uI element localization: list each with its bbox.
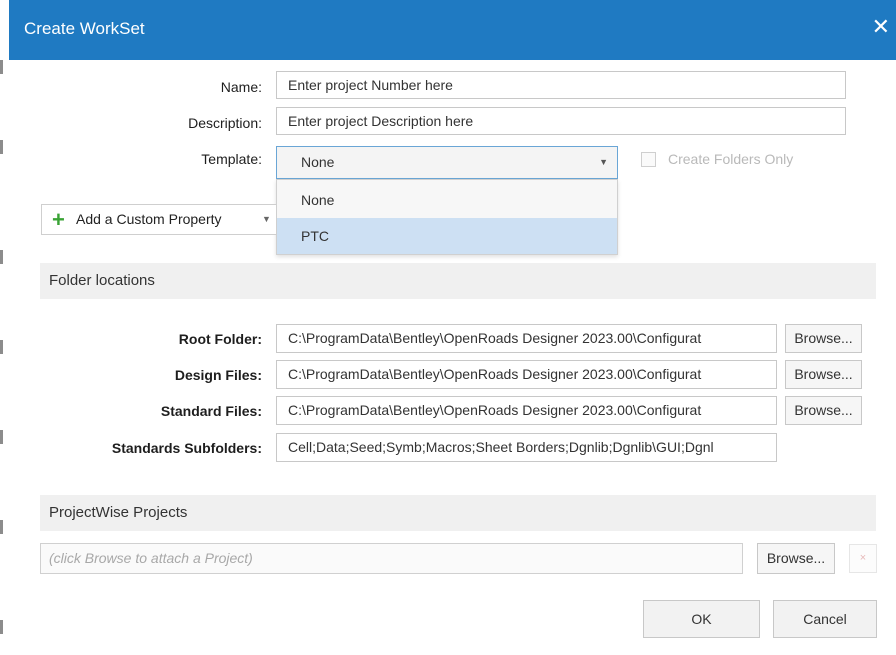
- template-option-none[interactable]: None: [277, 182, 617, 218]
- description-label: Description:: [188, 115, 262, 131]
- edge-mark: [0, 140, 3, 154]
- close-icon[interactable]: ✕: [872, 14, 890, 40]
- standards-subfolders-label: Standards Subfolders:: [111, 440, 262, 456]
- dialog-title: Create WorkSet: [24, 19, 145, 38]
- template-option-ptc[interactable]: PTC: [277, 218, 617, 254]
- background-window-edge: [0, 0, 9, 655]
- template-selected-value: None: [301, 154, 335, 170]
- root-folder-browse-button[interactable]: Browse...: [785, 324, 862, 353]
- add-custom-property-button[interactable]: + Add a Custom Property ▼: [41, 204, 277, 235]
- name-input[interactable]: Enter project Number here: [276, 71, 846, 99]
- name-label: Name:: [220, 79, 262, 95]
- edge-mark: [0, 430, 3, 444]
- template-dropdown-list: None PTC: [276, 179, 618, 255]
- add-custom-property-label: Add a Custom Property: [76, 211, 222, 227]
- standard-files-input[interactable]: C:\ProgramData\Bentley\OpenRoads Designe…: [276, 396, 777, 425]
- plus-icon: +: [52, 207, 65, 232]
- folder-locations-header: Folder locations: [40, 263, 876, 299]
- template-select[interactable]: None ▼: [276, 146, 618, 179]
- edge-mark: [0, 340, 3, 354]
- standards-subfolders-input[interactable]: Cell;Data;Seed;Symb;Macros;Sheet Borders…: [276, 433, 777, 462]
- root-folder-input[interactable]: C:\ProgramData\Bentley\OpenRoads Designe…: [276, 324, 777, 353]
- design-files-browse-button[interactable]: Browse...: [785, 360, 862, 389]
- edge-mark: [0, 250, 3, 264]
- remove-project-icon[interactable]: ×: [849, 544, 877, 573]
- dropdown-arrow-icon[interactable]: ▼: [599, 147, 608, 178]
- chevron-down-icon[interactable]: ▼: [262, 205, 271, 234]
- projectwise-project-field[interactable]: (click Browse to attach a Project): [40, 543, 743, 574]
- create-folders-only-checkbox[interactable]: [641, 152, 656, 167]
- dialog-titlebar: Create WorkSet ✕: [9, 0, 896, 60]
- create-folders-only-label: Create Folders Only: [668, 151, 794, 167]
- description-input[interactable]: Enter project Description here: [276, 107, 846, 135]
- standard-files-label: Standard Files:: [160, 403, 262, 419]
- edge-mark: [0, 520, 3, 534]
- root-folder-label: Root Folder:: [178, 331, 262, 347]
- projectwise-projects-header: ProjectWise Projects: [40, 495, 876, 531]
- edge-mark: [0, 60, 3, 74]
- cancel-button[interactable]: Cancel: [773, 600, 877, 638]
- ok-button[interactable]: OK: [643, 600, 760, 638]
- template-label: Template:: [201, 151, 262, 167]
- edge-mark: [0, 620, 3, 634]
- design-files-input[interactable]: C:\ProgramData\Bentley\OpenRoads Designe…: [276, 360, 777, 389]
- projectwise-browse-button[interactable]: Browse...: [757, 543, 835, 574]
- design-files-label: Design Files:: [174, 367, 262, 383]
- standard-files-browse-button[interactable]: Browse...: [785, 396, 862, 425]
